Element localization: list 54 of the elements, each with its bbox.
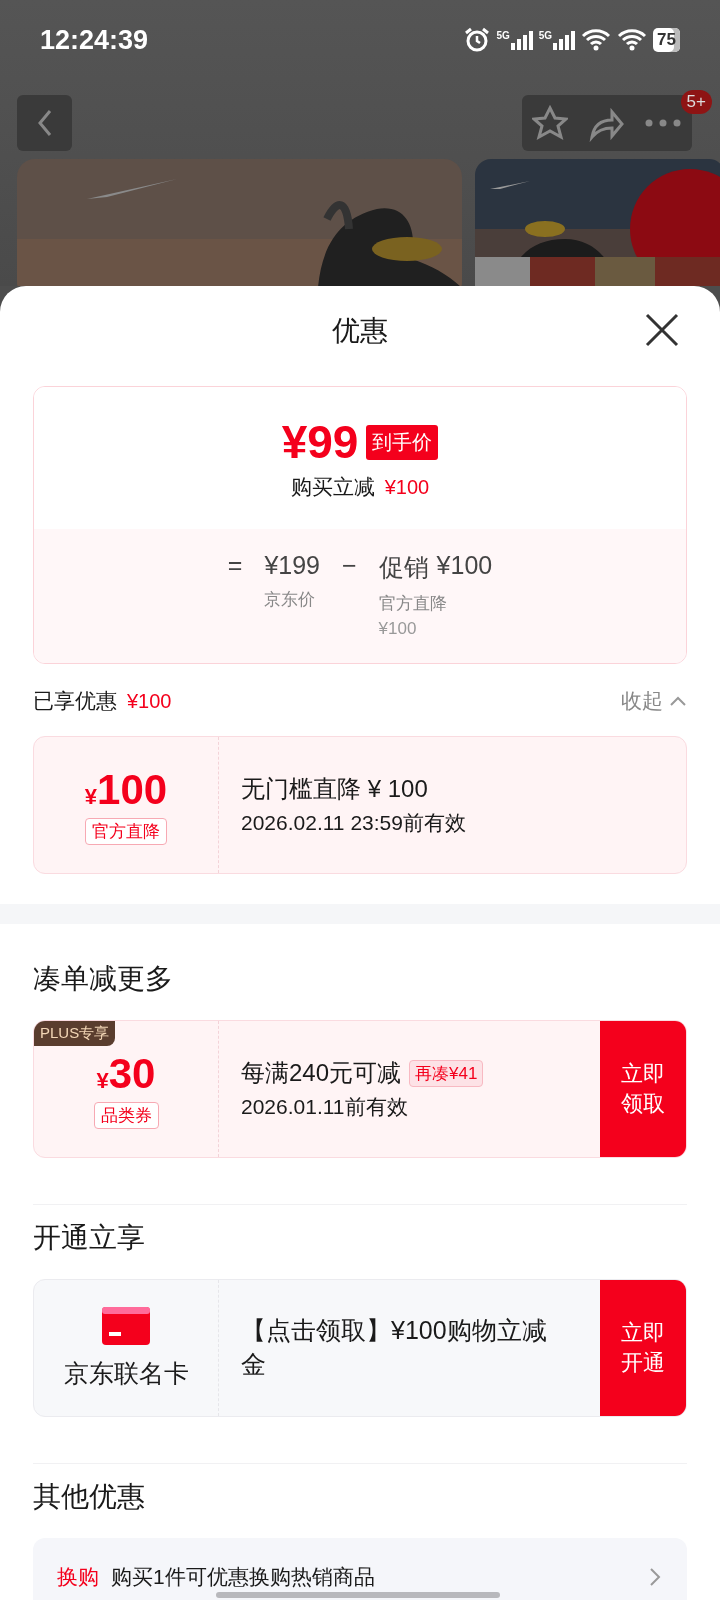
price-tag: 到手价: [366, 424, 439, 460]
back-button[interactable]: [17, 95, 72, 151]
final-price: ¥99: [281, 415, 359, 469]
close-button[interactable]: [644, 312, 680, 348]
section-heading: 凑单减更多: [33, 962, 174, 996]
offer-row[interactable]: 换购 购买1件可优惠换购热销商品: [33, 1538, 687, 1600]
sheet-title: 优惠: [332, 314, 388, 348]
coupon-tag: 官方直降: [85, 817, 167, 845]
card-name: 京东联名卡: [63, 1357, 189, 1389]
alarm-icon: [464, 27, 491, 53]
list-price: ¥199: [264, 551, 320, 580]
coupon-title: 每满240元可减: [241, 1058, 402, 1088]
coupon-title: 无门槛直降 ¥ 100: [241, 774, 428, 804]
network-label: 5G: [538, 30, 553, 41]
coupon-validity: 2026.01.11前有效: [241, 1094, 409, 1120]
battery-icon: 75: [653, 28, 680, 52]
notification-badge: 5+: [680, 90, 712, 114]
signal-icon: [510, 30, 533, 50]
saving-label: 购买立减: [290, 474, 375, 500]
credit-card-icon: [102, 1306, 150, 1345]
saving-amount: ¥100: [384, 476, 430, 499]
coupon-currency: ¥: [84, 783, 98, 810]
chevron-right-icon: [649, 1567, 661, 1587]
promo-amount: ¥100: [436, 551, 493, 581]
status-time: 12:24:39: [40, 24, 149, 56]
coupon-validity: 2026.02.11 23:59前有效: [241, 810, 467, 836]
minus-sign: −: [342, 551, 357, 580]
open-button[interactable]: 立即开通: [600, 1280, 686, 1416]
coupon-tag: 品类券: [93, 1101, 159, 1129]
wifi-icon: [617, 28, 648, 52]
plus-badge: PLUS专享: [34, 1021, 116, 1046]
coupon-amount: 100: [97, 765, 168, 814]
back-icon: [36, 109, 53, 137]
enjoyed-amount: ¥100: [127, 690, 172, 713]
section-heading: 开通立享: [33, 1221, 146, 1255]
offer-text: 购买1件可优惠换购热销商品: [111, 1564, 376, 1590]
promo-label: 促销: [378, 552, 429, 583]
promo-sub-amount: ¥100: [378, 619, 418, 639]
list-price-label: 京东价: [264, 589, 317, 611]
coupon-amount: 30: [108, 1049, 156, 1098]
equals-sign: =: [227, 551, 243, 580]
enjoyed-label: 已享优惠: [33, 688, 117, 714]
promo-sub-label: 官方直降: [378, 593, 448, 615]
claim-button[interactable]: 立即领取: [600, 1021, 686, 1157]
wifi-icon: [581, 28, 612, 52]
network-label: 5G: [496, 30, 510, 41]
signal-icon: [553, 30, 576, 50]
offer-label: 换购: [57, 1564, 99, 1590]
section-heading: 其他优惠: [33, 1480, 146, 1514]
offer-title: 【点击领取】¥100购物立减金: [241, 1315, 548, 1380]
coupon-hint: 再凑¥41: [409, 1059, 484, 1087]
close-icon: [644, 312, 680, 348]
coupon-currency: ¥: [96, 1067, 109, 1094]
collapse-toggle[interactable]: 收起: [621, 687, 687, 715]
